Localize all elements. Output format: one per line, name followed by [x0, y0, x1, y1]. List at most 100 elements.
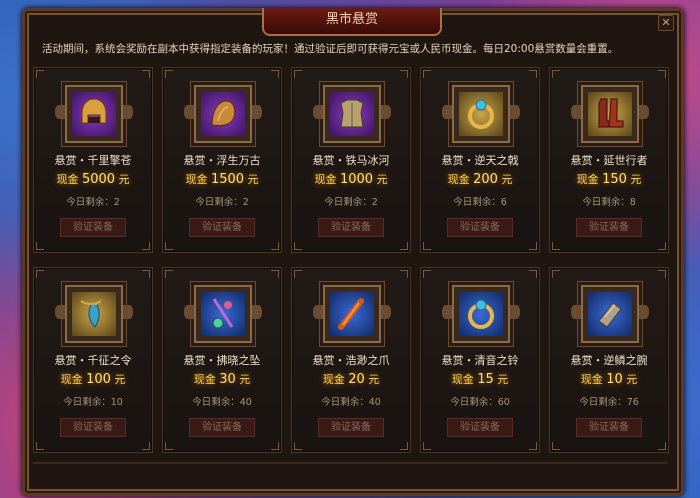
cash-unit: 元 — [247, 173, 259, 186]
verify-equipment-button[interactable]: 验证装备 — [189, 418, 255, 437]
item-slot[interactable] — [184, 285, 262, 343]
corner-ornament — [552, 442, 560, 450]
cash-unit: 元 — [626, 373, 638, 386]
cash-unit: 元 — [501, 173, 513, 186]
bounty-card: 悬赏・拂晓之坠 现金 30 元今日剩余：40 验证装备 — [162, 267, 282, 453]
cash-reward: 现金 10 元 — [550, 371, 668, 387]
bracer-icon — [588, 292, 632, 336]
daily-remaining: 今日剩余：2 — [34, 194, 152, 208]
ring-icon — [459, 292, 503, 336]
item-name: 悬赏・延世行者 — [570, 154, 648, 167]
cash-label: 现金 — [576, 173, 599, 186]
cash-label: 现金 — [314, 173, 337, 186]
cash-unit: 元 — [376, 173, 388, 186]
corner-ornament — [271, 242, 279, 250]
verify-equipment-button[interactable]: 验证装备 — [576, 418, 642, 437]
cash-reward: 现金 5000 元 — [34, 171, 152, 187]
corner-ornament — [294, 242, 302, 250]
remain-label: 今日剩余： — [579, 397, 627, 408]
cash-amount: 5000 — [81, 172, 116, 187]
claw-icon — [330, 292, 374, 336]
cash-reward: 现金 20 元 — [292, 371, 410, 387]
bounty-grid: 悬赏・千里擎苍 现金 5000 元今日剩余：2 验证装备 悬赏・浮生万古 现金 1500… — [33, 67, 669, 457]
cash-label: 现金 — [60, 373, 83, 386]
verify-equipment-button[interactable]: 验证装备 — [60, 218, 126, 237]
corner-ornament — [658, 270, 666, 278]
daily-remaining: 今日剩余：2 — [292, 194, 410, 208]
remain-count: 40 — [239, 397, 252, 408]
item-slot[interactable] — [571, 285, 649, 343]
divider — [33, 462, 667, 464]
corner-ornament — [423, 70, 431, 78]
verify-equipment-button[interactable]: 验证装备 — [60, 418, 126, 437]
daily-remaining: 今日剩余：76 — [550, 394, 668, 408]
remain-label: 今日剩余： — [582, 197, 630, 208]
corner-ornament — [658, 442, 666, 450]
corner-ornament — [658, 242, 666, 250]
corner-ornament — [36, 242, 44, 250]
remain-label: 今日剩余： — [321, 397, 369, 408]
cash-unit: 元 — [368, 373, 380, 386]
corner-ornament — [400, 70, 408, 78]
cash-unit: 元 — [497, 373, 509, 386]
daily-remaining: 今日剩余：40 — [292, 394, 410, 408]
cash-reward: 现金 200 元 — [421, 171, 539, 187]
corner-ornament — [294, 70, 302, 78]
daily-remaining: 今日剩余：6 — [421, 194, 539, 208]
event-notice: 活动期间，系统会奖励在副本中获得指定装备的玩家！通过验证后即可获得元宝或人民币现… — [42, 43, 619, 55]
item-name: 悬赏・千里擎苍 — [54, 154, 132, 167]
corner-ornament — [552, 270, 560, 278]
cash-unit: 元 — [630, 173, 642, 186]
verify-equipment-button[interactable]: 验证装备 — [189, 218, 255, 237]
cash-amount: 150 — [602, 172, 627, 187]
daily-remaining: 今日剩余：40 — [163, 394, 281, 408]
verify-equipment-button[interactable]: 验证装备 — [447, 418, 513, 437]
close-icon: ✕ — [661, 16, 671, 29]
remain-label: 今日剩余： — [192, 397, 240, 408]
item-slot[interactable] — [442, 285, 520, 343]
cash-label: 现金 — [56, 173, 79, 186]
bounty-card: 悬赏・逆天之戟 现金 200 元今日剩余：6 验证装备 — [420, 67, 540, 253]
corner-ornament — [271, 70, 279, 78]
corner-ornament — [165, 270, 173, 278]
corner-ornament — [529, 442, 537, 450]
cash-reward: 现金 100 元 — [34, 371, 152, 387]
helmet-icon — [72, 92, 116, 136]
remain-count: 2 — [113, 197, 120, 208]
cash-label: 现金 — [322, 373, 345, 386]
item-slot[interactable] — [571, 85, 649, 143]
cash-amount: 15 — [477, 372, 494, 387]
verify-equipment-button[interactable]: 验证装备 — [318, 418, 384, 437]
corner-ornament — [36, 270, 44, 278]
corner-ornament — [294, 270, 302, 278]
verify-equipment-button[interactable]: 验证装备 — [447, 218, 513, 237]
item-slot[interactable] — [313, 285, 391, 343]
item-slot[interactable] — [313, 85, 391, 143]
verify-equipment-button[interactable]: 验证装备 — [576, 218, 642, 237]
item-slot[interactable] — [442, 85, 520, 143]
corner-ornament — [36, 442, 44, 450]
corner-ornament — [529, 270, 537, 278]
item-name: 悬赏・清音之铃 — [441, 354, 519, 367]
item-name: 悬赏・浩渺之爪 — [312, 354, 390, 367]
remain-count: 40 — [368, 397, 381, 408]
daily-remaining: 今日剩余：2 — [163, 194, 281, 208]
corner-ornament — [400, 270, 408, 278]
verify-equipment-button[interactable]: 验证装备 — [318, 218, 384, 237]
cash-reward: 现金 1000 元 — [292, 171, 410, 187]
close-button[interactable]: ✕ — [658, 15, 674, 31]
daily-remaining: 今日剩余：10 — [34, 394, 152, 408]
item-name: 悬赏・千征之令 — [54, 354, 132, 367]
remain-label: 今日剩余： — [450, 397, 498, 408]
corner-ornament — [400, 242, 408, 250]
item-slot[interactable] — [184, 85, 262, 143]
bounty-card: 悬赏・浮生万古 现金 1500 元今日剩余：2 验证装备 — [162, 67, 282, 253]
cash-unit: 元 — [239, 373, 251, 386]
remain-count: 76 — [626, 397, 639, 408]
item-slot[interactable] — [55, 85, 133, 143]
remain-count: 8 — [629, 197, 636, 208]
corner-ornament — [423, 242, 431, 250]
remain-label: 今日剩余： — [453, 197, 501, 208]
item-slot[interactable] — [55, 285, 133, 343]
cash-label: 现金 — [185, 173, 208, 186]
